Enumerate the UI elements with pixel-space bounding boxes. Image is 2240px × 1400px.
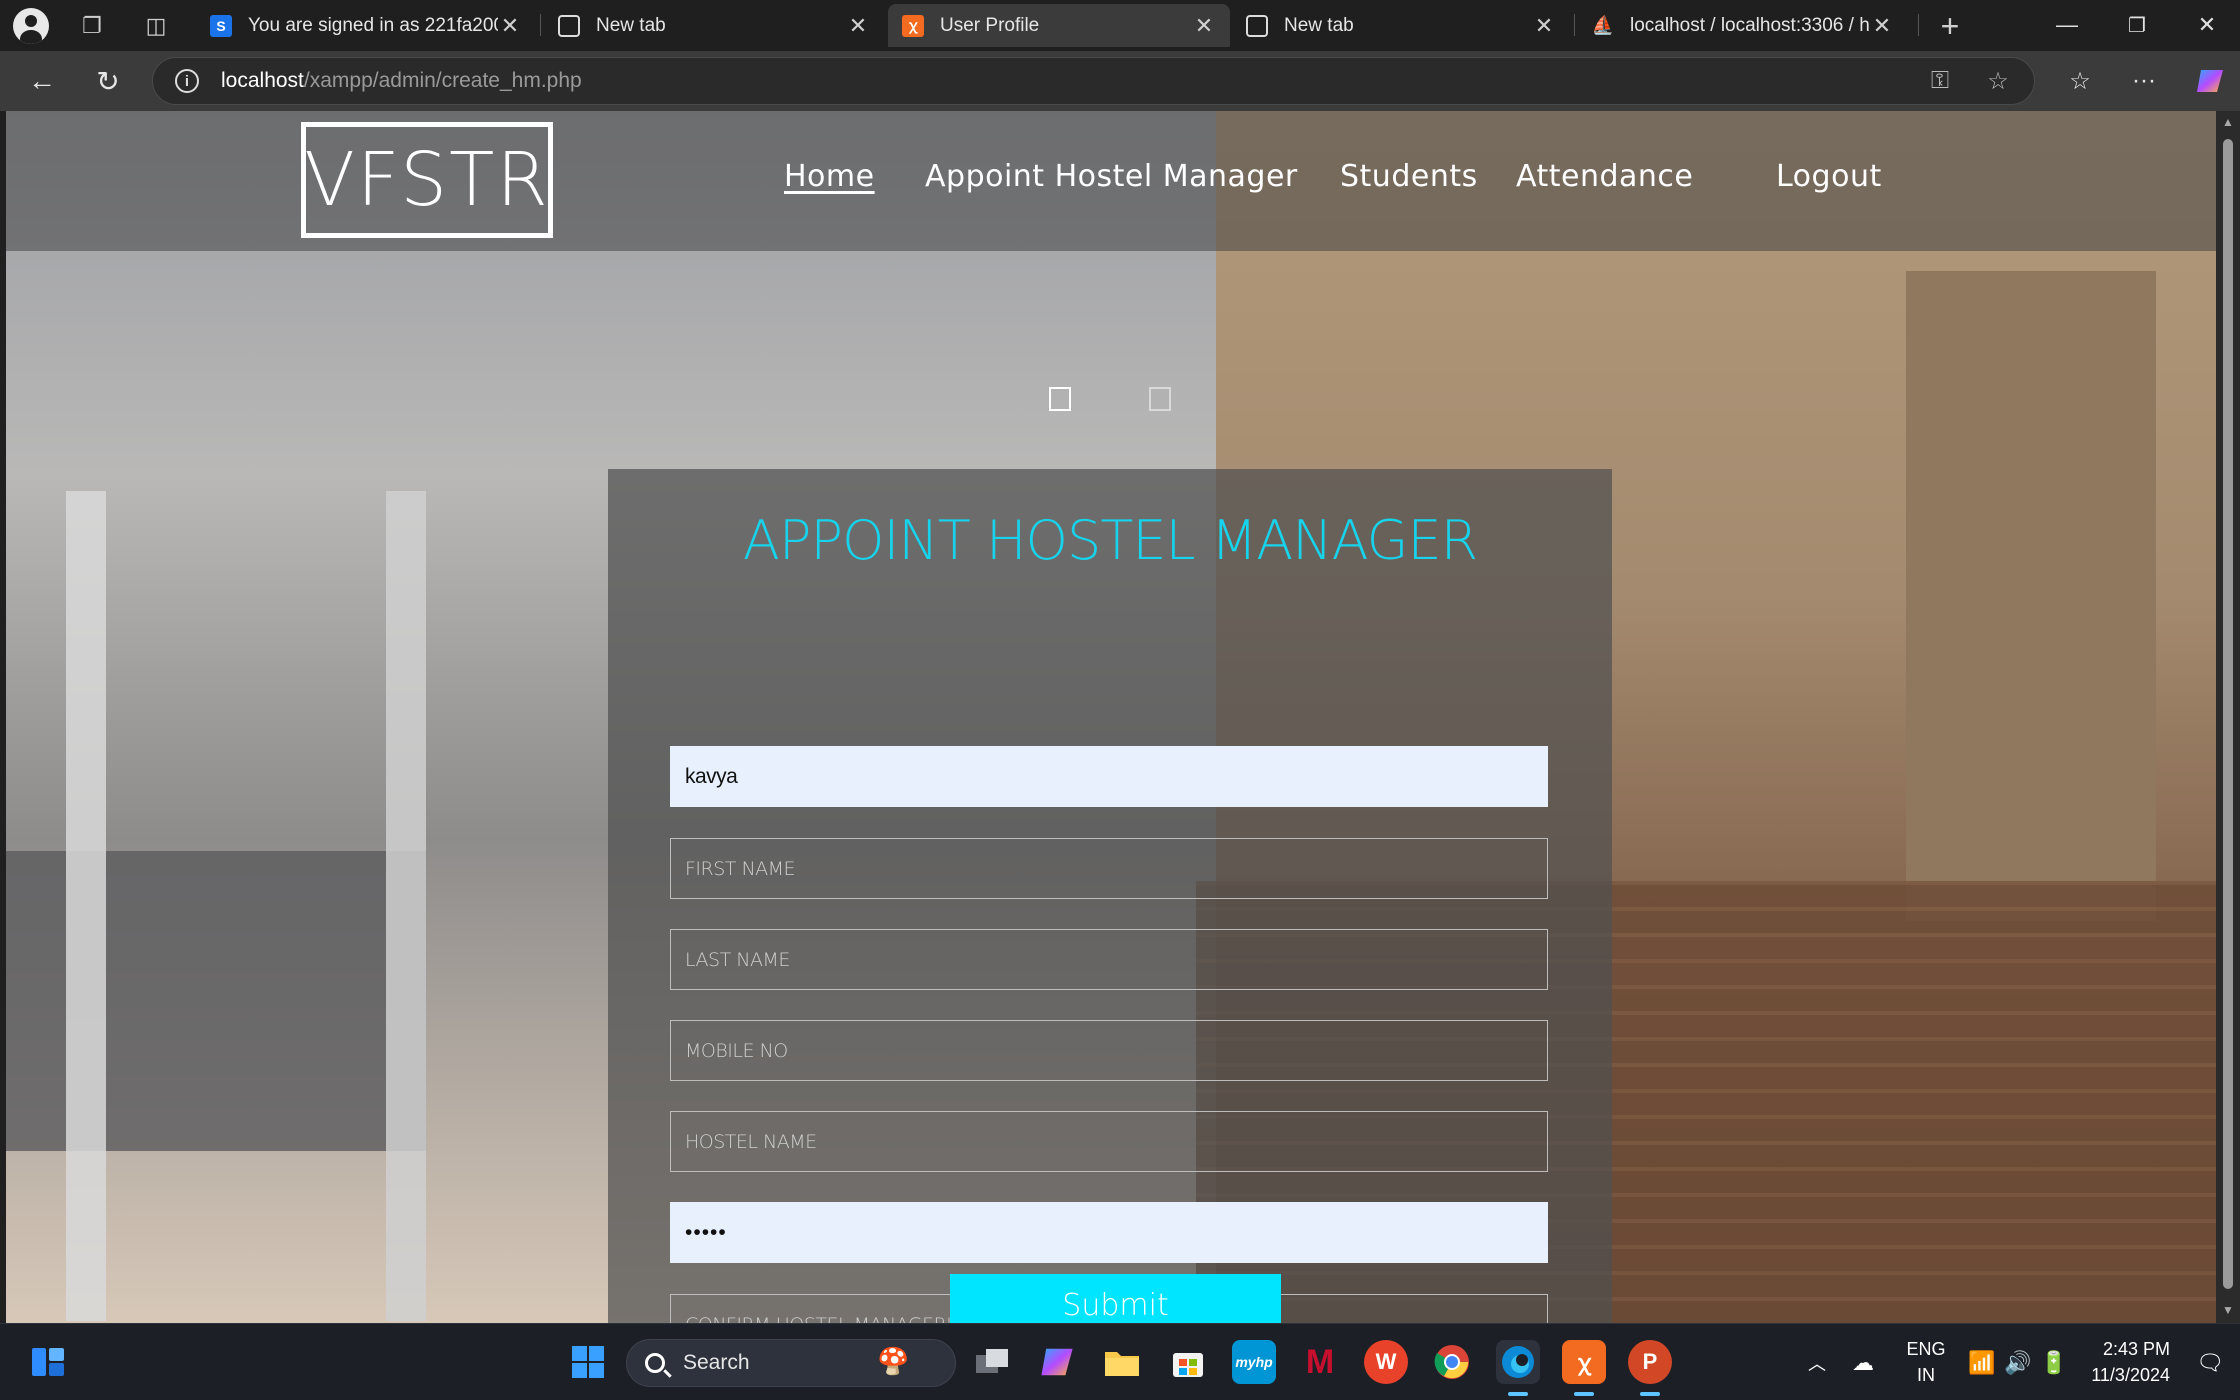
hostel-name-input[interactable] <box>670 1111 1548 1172</box>
sharepoint-favicon-icon: S <box>210 14 232 37</box>
tab-user-profile[interactable]: ꭓ User Profile ✕ <box>888 4 1230 47</box>
edge-icon[interactable] <box>1496 1340 1540 1396</box>
notifications-icon[interactable]: 🗨 <box>2196 1324 2224 1400</box>
appoint-manager-form: APPOINT HOSTEL MANAGER Submit <box>608 469 1612 1323</box>
restore-icon[interactable]: ❐ <box>2112 6 2162 44</box>
back-icon[interactable]: ← <box>22 61 62 101</box>
close-tab-icon[interactable]: ✕ <box>498 13 522 39</box>
address-bar[interactable]: i localhost/xampp/admin/create_hm.php ⚿ … <box>152 57 2035 105</box>
system-clock[interactable]: 2:43 PM 11/3/2024 <box>2080 1336 2170 1388</box>
myhp-icon[interactable]: myhp <box>1232 1340 1276 1384</box>
scroll-down-icon[interactable]: ▼ <box>2221 1303 2235 1317</box>
url-text: localhost/xampp/admin/create_hm.php <box>221 69 582 93</box>
close-window-icon[interactable]: ✕ <box>2182 6 2232 44</box>
search-label: Search <box>683 1351 750 1374</box>
xampp-favicon-icon: ꭓ <box>902 14 924 37</box>
tab-new-tab-2[interactable]: New tab ✕ <box>1232 4 1570 47</box>
phpmyadmin-favicon-icon: ⛵ <box>1591 15 1615 35</box>
tab-title: New tab <box>1284 14 1354 36</box>
nav-appoint-hostel-manager[interactable]: Appoint Hostel Manager <box>925 159 1298 194</box>
page-viewport: VFSTR Home Appoint Hostel Manager Studen… <box>6 111 2216 1323</box>
url-host: localhost <box>221 69 304 92</box>
lang-region: IN <box>1917 1365 1935 1385</box>
site-header: VFSTR Home Appoint Hostel Manager Studen… <box>6 111 2216 251</box>
nav-students[interactable]: Students <box>1340 159 1478 194</box>
slider-dot[interactable] <box>1049 387 1071 411</box>
powerpoint-icon[interactable]: P <box>1628 1340 1672 1396</box>
scroll-thumb[interactable] <box>2223 139 2233 1289</box>
close-tab-icon[interactable]: ✕ <box>846 13 870 39</box>
scroll-up-icon[interactable]: ▲ <box>2221 115 2235 129</box>
close-tab-icon[interactable]: ✕ <box>1532 13 1556 39</box>
microsoft-store-icon[interactable] <box>1166 1340 1210 1384</box>
profile-avatar-icon[interactable] <box>13 8 49 44</box>
xampp-icon[interactable]: ꭓ <box>1562 1340 1606 1396</box>
nav-logout[interactable]: Logout <box>1776 159 1882 194</box>
mobile-input[interactable] <box>670 1020 1548 1081</box>
tab-signed-in[interactable]: S You are signed in as 221fa20021 ✕ <box>196 4 536 47</box>
slider-dot[interactable] <box>1149 387 1171 411</box>
password-input[interactable] <box>670 1202 1548 1263</box>
copilot-icon[interactable] <box>2190 61 2230 101</box>
last-name-input[interactable] <box>670 929 1548 990</box>
clock-time: 2:43 PM <box>2102 1339 2170 1359</box>
lang-code: ENG <box>1906 1339 1946 1359</box>
language-indicator[interactable]: ENG IN <box>1904 1336 1948 1388</box>
taskbar-search[interactable]: Search 🍄 <box>626 1339 956 1387</box>
nav-home[interactable]: Home <box>784 159 875 194</box>
chrome-icon[interactable] <box>1430 1340 1474 1384</box>
start-windows-icon[interactable] <box>566 1340 610 1384</box>
close-tab-icon[interactable]: ✕ <box>1192 13 1216 39</box>
mcafee-icon[interactable]: M <box>1298 1340 1342 1384</box>
new-tab-plus-icon[interactable]: + <box>1932 8 1968 44</box>
form-title: APPOINT HOSTEL MANAGER <box>742 509 1478 572</box>
refresh-icon[interactable]: ↻ <box>88 61 128 101</box>
browser-tab-strip: ❐ ◫ S You are signed in as 221fa20021 ✕ … <box>0 0 2240 51</box>
new-tab-favicon-icon <box>1246 14 1268 37</box>
tab-title: User Profile <box>940 14 1040 36</box>
tab-new-tab-1[interactable]: New tab ✕ <box>544 4 884 47</box>
workspaces-icon[interactable]: ❐ <box>74 8 110 44</box>
tab-title: You are signed in as 221fa20021 <box>248 14 498 36</box>
site-logo[interactable]: VFSTR <box>301 122 553 238</box>
volume-icon[interactable]: 🔊 <box>2004 1324 2031 1400</box>
nav-attendance[interactable]: Attendance <box>1516 159 1693 194</box>
widgets-icon[interactable] <box>26 1340 70 1384</box>
favorites-icon[interactable]: ☆ <box>2060 61 2100 101</box>
username-input[interactable] <box>670 746 1548 807</box>
onedrive-cloud-icon[interactable]: ☁ <box>1852 1324 1874 1400</box>
wps-office-icon[interactable]: W <box>1364 1340 1408 1384</box>
close-tab-icon[interactable]: ✕ <box>1870 13 1894 39</box>
copilot-app-icon[interactable] <box>1035 1340 1079 1384</box>
new-tab-favicon-icon <box>558 14 580 37</box>
file-explorer-icon[interactable] <box>1100 1340 1144 1384</box>
minimize-icon[interactable]: — <box>2042 6 2092 44</box>
favorite-star-icon[interactable]: ☆ <box>1983 66 2013 96</box>
more-options-icon[interactable]: ··· <box>2124 61 2164 101</box>
search-icon <box>645 1353 665 1373</box>
site-info-icon[interactable]: i <box>175 69 199 93</box>
url-path: /xampp/admin/create_hm.php <box>303 69 582 92</box>
submit-button[interactable]: Submit <box>950 1274 1281 1323</box>
wifi-icon[interactable]: 📶 <box>1968 1324 1995 1400</box>
tab-title: localhost / localhost:3306 / host <box>1630 14 1870 36</box>
search-highlight-icon: 🍄 <box>877 1346 910 1376</box>
windows-taskbar: Search 🍄 myhp M W ꭓ P ︿ ☁ ENG IN 📶 🔊 🔋 2… <box>0 1323 2240 1400</box>
page-scrollbar[interactable]: ▲ ▼ <box>2216 111 2240 1323</box>
password-key-icon[interactable]: ⚿ <box>1925 66 1955 96</box>
first-name-input[interactable] <box>670 838 1548 899</box>
task-view-icon[interactable] <box>970 1340 1014 1384</box>
show-hidden-icons[interactable]: ︿ <box>1808 1324 1826 1400</box>
browser-toolbar: ← ↻ i localhost/xampp/admin/create_hm.ph… <box>0 51 2240 111</box>
vertical-tabs-icon[interactable]: ◫ <box>138 8 174 44</box>
tab-phpmyadmin[interactable]: ⛵ localhost / localhost:3306 / host ✕ <box>1578 4 1908 47</box>
battery-icon[interactable]: 🔋 <box>2040 1324 2067 1400</box>
tab-title: New tab <box>596 14 666 36</box>
clock-date: 11/3/2024 <box>2091 1365 2170 1385</box>
